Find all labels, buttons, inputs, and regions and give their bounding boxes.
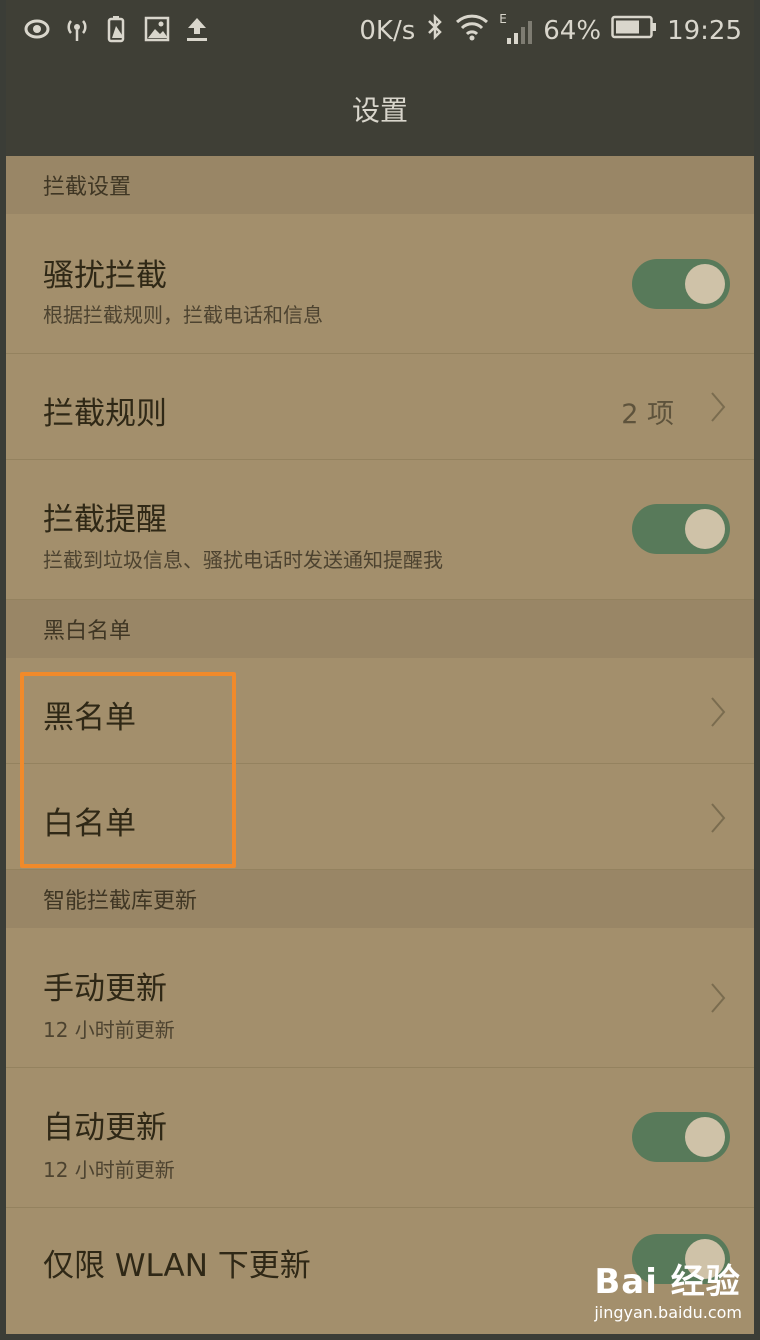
wifi-icon	[455, 13, 489, 48]
row-title: 骚扰拦截	[43, 258, 167, 294]
row-title: 仅限 WLAN 下更新	[43, 1248, 311, 1284]
section-header-smart-library-update: 智能拦截库更新	[6, 870, 754, 928]
watermark-sub: jingyan.baidu.com	[594, 1303, 742, 1322]
status-bar: 0K/s E 64% 19:25	[6, 0, 754, 62]
battery-warning-icon	[104, 14, 130, 44]
chevron-right-icon	[711, 697, 726, 727]
image-icon	[144, 14, 170, 44]
setting-row-auto-update[interactable]: 自动更新 12 小时前更新	[6, 1068, 754, 1208]
page-title: 设置	[351, 94, 408, 127]
section-header-label: 智能拦截库更新	[43, 889, 198, 914]
block-reminder-toggle[interactable]	[632, 504, 730, 554]
battery-percent: 64%	[543, 15, 602, 46]
toggle-knob	[685, 1117, 725, 1157]
row-title: 手动更新	[43, 971, 167, 1007]
baidu-watermark: Bai 经验 jingyan.baidu.com	[594, 1254, 742, 1322]
section-header-label: 拦截设置	[43, 175, 132, 200]
hotspot-icon	[64, 14, 90, 44]
row-title: 拦截提醒	[43, 502, 167, 538]
chevron-right-icon	[711, 803, 726, 833]
eye-icon	[24, 14, 50, 44]
upload-icon	[184, 14, 210, 44]
network-speed: 0K/s	[359, 15, 416, 46]
app-bar: 设置	[6, 62, 754, 156]
setting-row-block-rules[interactable]: 拦截规则 2 项	[6, 354, 754, 460]
phone-screen: 0K/s E 64% 19:25 设置 拦截设置 骚扰拦截 根据拦截规则，拦截电…	[6, 0, 754, 1334]
harassment-block-toggle[interactable]	[632, 259, 730, 309]
toggle-knob	[685, 264, 725, 304]
row-title: 自动更新	[43, 1110, 167, 1146]
chevron-right-icon	[711, 983, 726, 1013]
section-header-black-white-list: 黑白名单	[6, 600, 754, 658]
highlight-box	[20, 672, 236, 868]
row-title: 拦截规则	[43, 396, 167, 432]
section-header-label: 黑白名单	[43, 619, 132, 644]
clock: 19:25	[667, 15, 742, 46]
row-subtitle: 12 小时前更新	[43, 1158, 175, 1182]
setting-row-harassment-block[interactable]: 骚扰拦截 根据拦截规则，拦截电话和信息	[6, 214, 754, 354]
auto-update-toggle[interactable]	[632, 1112, 730, 1162]
battery-icon	[611, 15, 657, 46]
row-subtitle: 根据拦截规则，拦截电话和信息	[43, 303, 323, 327]
row-subtitle: 12 小时前更新	[43, 1018, 175, 1042]
toggle-knob	[685, 509, 725, 549]
setting-row-block-reminder[interactable]: 拦截提醒 拦截到垃圾信息、骚扰电话时发送通知提醒我	[6, 460, 754, 600]
setting-row-manual-update[interactable]: 手动更新 12 小时前更新	[6, 928, 754, 1068]
watermark-main: Bai 经验	[594, 1262, 741, 1302]
row-subtitle: 拦截到垃圾信息、骚扰电话时发送通知提醒我	[43, 548, 443, 572]
block-rules-count: 2 项	[621, 399, 674, 430]
signal-icon: E	[499, 12, 533, 46]
section-header-intercept-settings: 拦截设置	[6, 156, 754, 214]
chevron-right-icon	[711, 392, 726, 422]
bluetooth-icon	[425, 12, 445, 49]
